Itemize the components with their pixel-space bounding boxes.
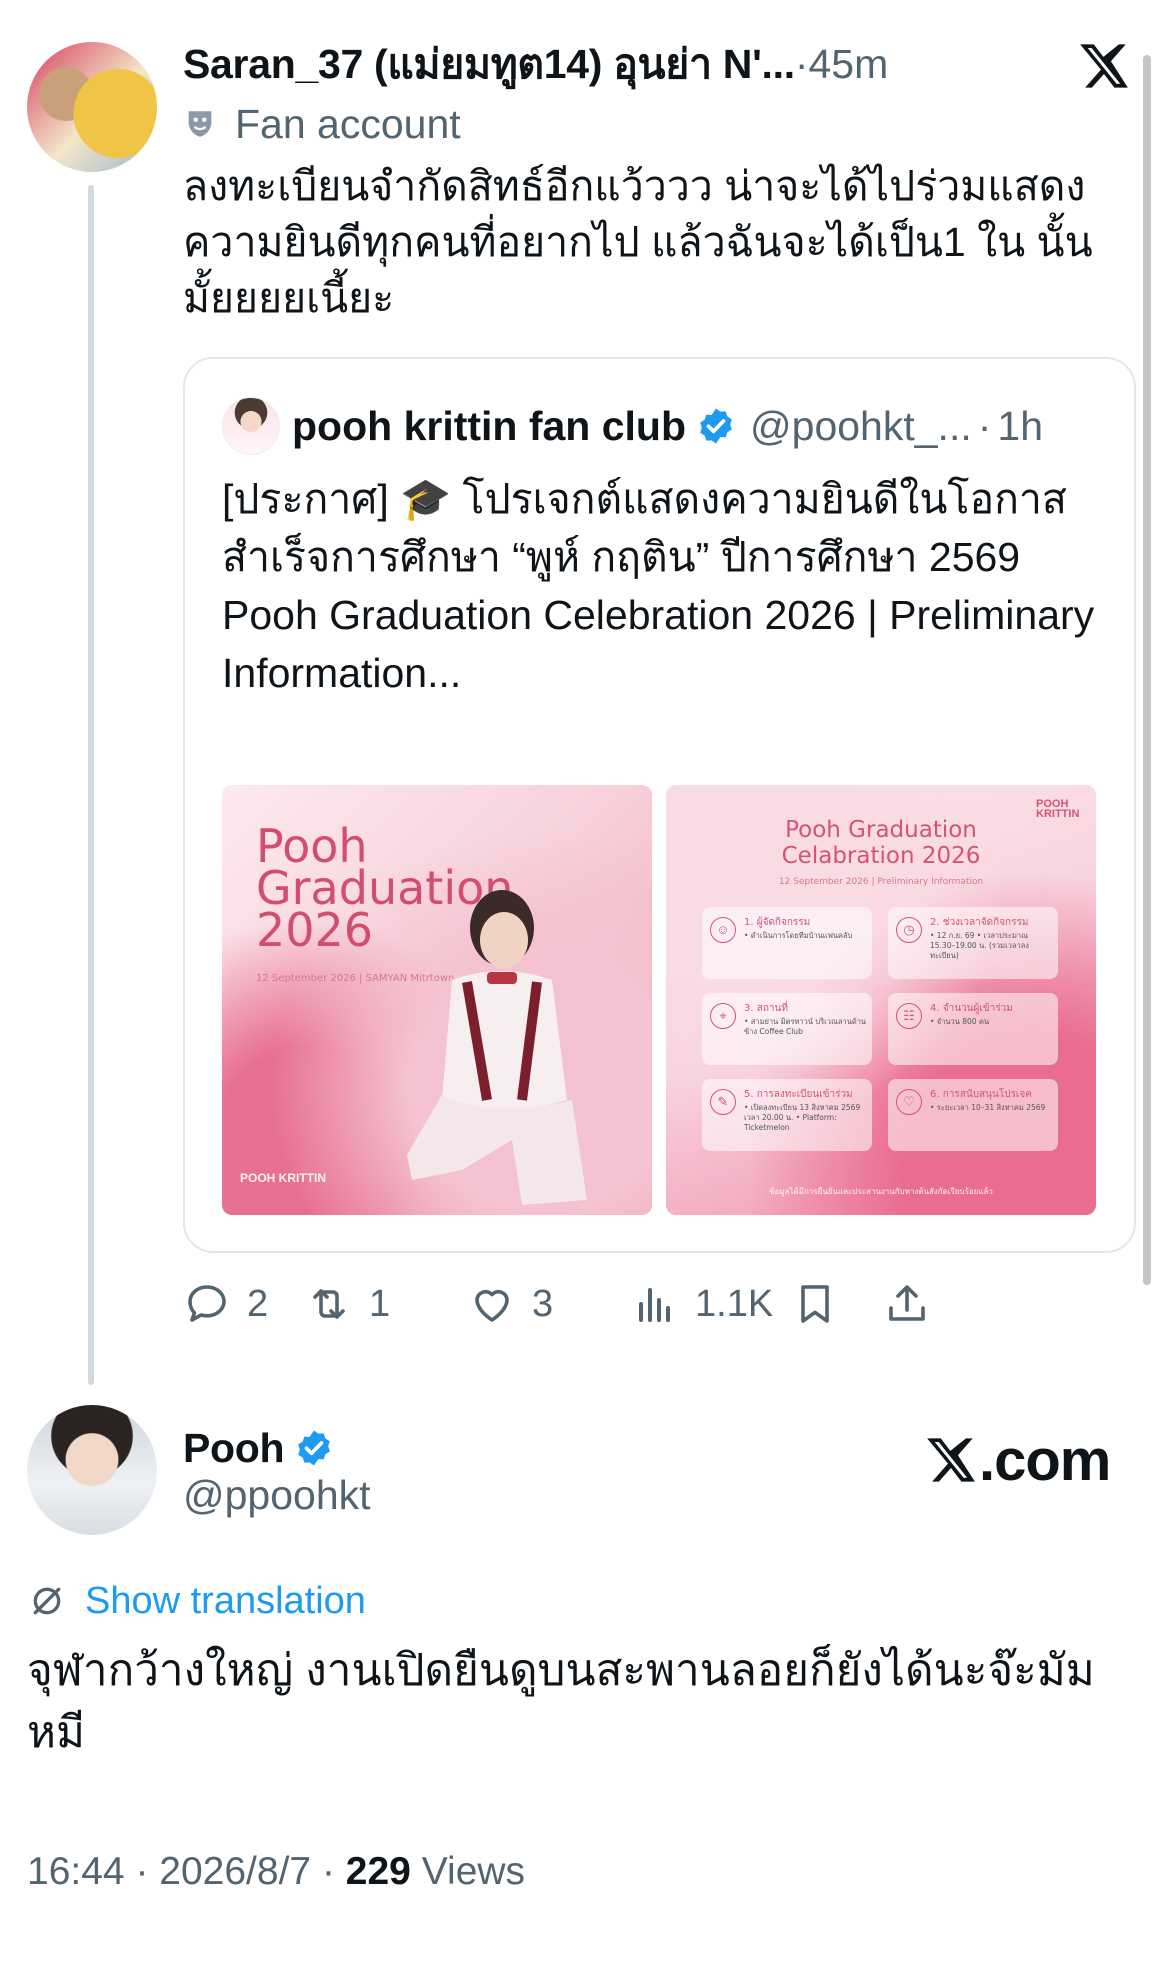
x-logo-icon xyxy=(927,1438,975,1482)
reply-icon xyxy=(188,1285,226,1322)
quoted-image-poster[interactable]: Pooh Graduation 2026 12 September 2026 |… xyxy=(222,785,652,1215)
show-translation-link[interactable]: Show translation xyxy=(27,1576,366,1626)
bookmark-icon xyxy=(801,1285,829,1323)
quoted-handle[interactable]: @poohkt_... xyxy=(750,403,972,450)
mask-icon xyxy=(188,111,212,137)
user-icon: ☺ xyxy=(710,917,736,943)
person-figure xyxy=(407,890,587,1205)
heart-icon: ♡ xyxy=(896,1089,922,1115)
x-logo-icon[interactable] xyxy=(1078,40,1130,92)
info-card: ☺ 1. ผู้จัดกิจกรรม • ดำเนินการโดยทีมบ้าน… xyxy=(702,907,872,979)
quoted-tweet-header: pooh krittin fan club @poohkt_... · 1h xyxy=(292,396,1043,456)
info-card: ✎ 5. การลงทะเบียนเข้าร่วม • เปิดลงทะเบีย… xyxy=(702,1079,872,1151)
reply-button[interactable]: 2 xyxy=(183,1272,268,1336)
info-title: Pooh Graduation Celabration 2026 xyxy=(781,817,981,869)
heart-icon xyxy=(475,1289,509,1322)
x-com-text: .com xyxy=(979,1427,1111,1493)
share-button[interactable] xyxy=(883,1272,931,1336)
info-logo: POOH KRITTIN xyxy=(1036,798,1080,820)
views-count: 1.1K xyxy=(695,1282,774,1325)
quoted-timestamp[interactable]: 1h xyxy=(997,403,1043,450)
clock-icon: ◷ xyxy=(896,917,922,943)
poster-logo: POOH KRITTIN xyxy=(240,1171,326,1185)
views-button[interactable]: 1.1K xyxy=(631,1272,773,1336)
group-icon: ☷ xyxy=(896,1003,922,1029)
quoted-display-name[interactable]: pooh krittin fan club xyxy=(292,403,686,450)
tweet-text: จุฬากว้างใหญ่ งานเปิดยืนดูบนสะพานลอยก็ยั… xyxy=(27,1646,1095,1757)
analytics-icon xyxy=(639,1288,670,1322)
quoted-avatar[interactable] xyxy=(222,397,280,455)
show-translation-text[interactable]: Show translation xyxy=(85,1580,366,1623)
tweet-text: ลงทะเบียนจำกัดสิทธ์อีกแว้ววว น่าจะได้ไปร… xyxy=(183,163,1093,321)
avatar[interactable] xyxy=(27,42,157,172)
x-com-watermark: .com xyxy=(925,1420,1111,1500)
display-name[interactable]: Saran_37 (แม่ยมทูต14) อุนย่า N'... xyxy=(183,32,795,97)
repost-icon xyxy=(313,1289,345,1319)
like-button[interactable]: 3 xyxy=(468,1272,553,1336)
quoted-tweet-text: [ประกาศ] 🎓 โปรเจกต์แสดงความยินดีในโอกาสส… xyxy=(222,476,1095,696)
quoted-image-info[interactable]: POOH KRITTIN Pooh Graduation Celabration… xyxy=(666,785,1096,1215)
separator-dot: · xyxy=(977,402,992,449)
repost-button[interactable]: 1 xyxy=(305,1272,390,1336)
translate-icon xyxy=(33,1587,61,1615)
separator-dot: · xyxy=(135,1850,149,1893)
display-name[interactable]: Pooh xyxy=(183,1425,285,1472)
repost-count: 1 xyxy=(369,1282,391,1325)
bookmark-button[interactable] xyxy=(791,1272,839,1336)
info-card: ♡ 6. การสนับสนุนโปรเจค • ระยะเวลา 10–31 … xyxy=(888,1079,1058,1151)
handle[interactable]: @ppoohkt xyxy=(183,1472,371,1519)
info-footer: ข้อมูลได้มีการยืนยันและประสานงานกับทางต้… xyxy=(769,1187,993,1196)
tweet-meta: 16:44 · 2026/8/7 · 229 Views xyxy=(27,1850,525,1894)
thread-connector-line xyxy=(88,185,94,1385)
verified-badge-icon xyxy=(298,1430,331,1466)
reply-count: 2 xyxy=(247,1282,269,1325)
info-card: ⌖ 3. สถานที่ • สามย่าน มิตรทาวน์ บริเวณล… xyxy=(702,993,872,1065)
timestamp[interactable]: 45m xyxy=(808,41,888,88)
separator-dot: · xyxy=(321,1850,335,1893)
views-number: 229 xyxy=(345,1850,411,1893)
top-tweet-header: Saran_37 (แม่ยมทูต14) อุนย่า N'... · 45m xyxy=(183,36,888,92)
fan-account-text: Fan account xyxy=(235,100,461,147)
share-icon xyxy=(889,1285,925,1321)
avatar[interactable] xyxy=(27,1405,157,1535)
separator-dot: · xyxy=(794,40,809,87)
info-subtitle: 12 September 2026 | Preliminary Informat… xyxy=(778,877,984,887)
views-label: Views xyxy=(421,1850,526,1893)
tweet-time[interactable]: 16:44 xyxy=(27,1850,125,1893)
info-card: ☷ 4. จำนวนผู้เข้าร่วม • จำนวน 800 คน xyxy=(888,993,1058,1065)
tweet-date[interactable]: 2026/8/7 xyxy=(159,1850,311,1893)
fan-account-label: Fan account xyxy=(183,98,461,150)
location-icon: ⌖ xyxy=(710,1003,736,1029)
verified-badge-icon xyxy=(700,408,732,444)
scrollbar[interactable] xyxy=(1143,55,1151,1285)
main-tweet-header: Pooh xyxy=(183,1418,334,1478)
info-card: ◷ 2. ช่วงเวลาจัดกิจกรรม • 12 ก.ย. 69 • เ… xyxy=(888,907,1058,979)
edit-icon: ✎ xyxy=(710,1089,736,1115)
action-bar: 2 1 3 1.1K xyxy=(183,1272,1138,1336)
like-count: 3 xyxy=(532,1282,554,1325)
